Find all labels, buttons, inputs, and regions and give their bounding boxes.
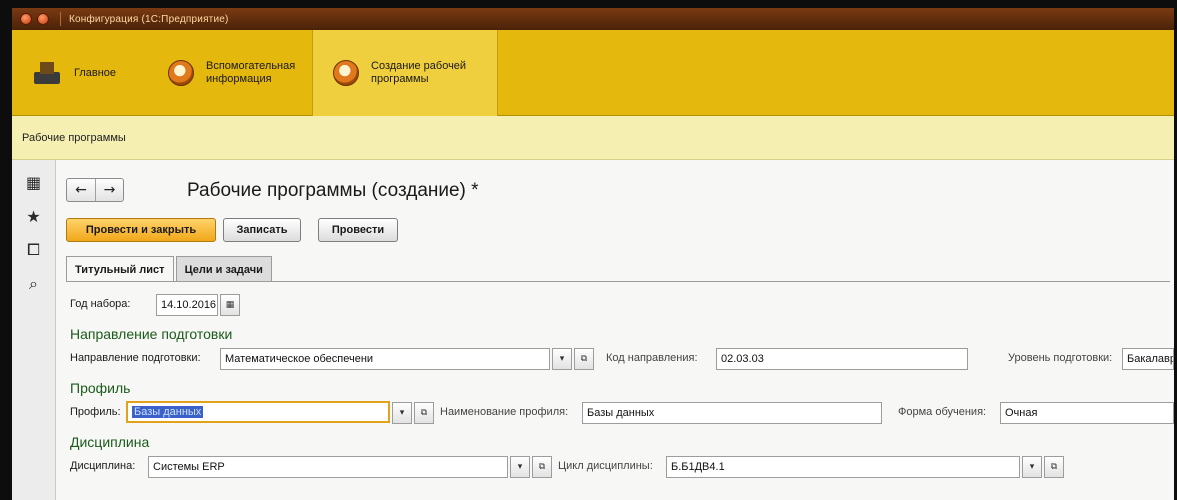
home-icon [32, 58, 62, 88]
chevron-down-icon[interactable]: ▾ [510, 456, 530, 478]
section-main[interactable]: Главное [12, 30, 132, 116]
profile-label: Профиль: [70, 406, 121, 418]
post-button[interactable]: Провести [318, 218, 398, 242]
profile-input[interactable]: Базы данных [126, 401, 390, 423]
chevron-down-icon[interactable]: ▾ [552, 348, 572, 370]
section-label: Главное [74, 66, 117, 79]
tab-bar: Титульный лист Цели и задачи [66, 256, 274, 282]
study-form-label: Форма обучения: [898, 406, 987, 418]
direction-input[interactable]: Математическое обеспечени [220, 348, 550, 370]
year-label: Год набора: [70, 298, 131, 310]
form-content: ← → Рабочие программы (создание) * Прове… [56, 160, 1174, 500]
page-title: Рабочие программы (создание) * [187, 180, 479, 201]
section-label: Создание рабочей программы [371, 60, 467, 85]
save-button[interactable]: Записать [223, 218, 301, 242]
app-window: Конфигурация (1С:Предприятие) Главное Вс… [12, 8, 1174, 500]
title-separator [60, 12, 61, 26]
discipline-input[interactable]: Системы ERP [148, 456, 508, 478]
direction-group-title: Направление подготовки [70, 326, 233, 342]
profile-name-label: Наименование профиля: [440, 406, 569, 418]
forward-button[interactable]: → [95, 179, 123, 201]
grid-icon[interactable]: ▦ [24, 172, 44, 192]
discipline-group-title: Дисциплина [70, 434, 150, 450]
section-label: Вспомогательная информация [206, 60, 296, 85]
direction-code-input[interactable]: 02.03.03 [716, 348, 968, 370]
nav-buttons: ← → [66, 178, 124, 202]
discipline-cycle-label: Цикл дисциплины: [558, 460, 653, 472]
star-icon[interactable]: ★ [24, 206, 44, 226]
section-circle-icon [168, 60, 194, 86]
profile-group-title: Профиль [70, 380, 131, 396]
level-input[interactable]: Бакалавр [1122, 348, 1174, 370]
window-title: Конфигурация (1С:Предприятие) [69, 13, 229, 25]
discipline-cycle-input[interactable]: Б.Б1ДВ4.1 [666, 456, 1020, 478]
chevron-down-icon[interactable]: ▾ [392, 402, 412, 424]
level-label: Уровень подготовки: [1008, 352, 1113, 364]
app-menu-icon[interactable] [20, 13, 32, 25]
section-create-program[interactable]: Создание рабочей программы [312, 30, 498, 116]
section-circle-icon [333, 60, 359, 86]
back-button[interactable]: ← [67, 179, 95, 201]
open-icon[interactable]: ⧉ [574, 348, 594, 370]
direction-label: Направление подготовки: [70, 352, 201, 364]
tab-title-page[interactable]: Титульный лист [66, 256, 174, 282]
open-icon[interactable]: ⧉ [532, 456, 552, 478]
left-toolbar: ▦ ★ ⧠ ⌕ [12, 160, 56, 500]
sections-panel: Главное Вспомогательная информация Созда… [12, 30, 1174, 116]
profile-name-input[interactable]: Базы данных [582, 402, 882, 424]
study-form-input[interactable]: Очная [1000, 402, 1174, 424]
tab-divider [66, 281, 1170, 282]
title-bar: Конфигурация (1С:Предприятие) [12, 8, 1174, 30]
tab-goals[interactable]: Цели и задачи [175, 256, 272, 282]
menu-icon[interactable] [37, 13, 49, 25]
year-input[interactable]: 14.10.2016 [156, 294, 218, 316]
search-icon[interactable]: ⌕ [24, 274, 44, 294]
chevron-down-icon[interactable]: ▾ [1022, 456, 1042, 478]
post-and-close-button[interactable]: Провести и закрыть [66, 218, 216, 242]
section-auxiliary-info[interactable]: Вспомогательная информация [132, 30, 312, 116]
history-icon[interactable]: ⧠ [24, 240, 44, 260]
discipline-label: Дисциплина: [70, 460, 136, 472]
direction-code-label: Код направления: [606, 352, 698, 364]
calendar-icon[interactable]: ▦ [220, 294, 240, 316]
breadcrumb[interactable]: Рабочие программы [12, 116, 1174, 160]
open-icon[interactable]: ⧉ [414, 402, 434, 424]
profile-selected-text: Базы данных [132, 406, 204, 418]
open-icon[interactable]: ⧉ [1044, 456, 1064, 478]
